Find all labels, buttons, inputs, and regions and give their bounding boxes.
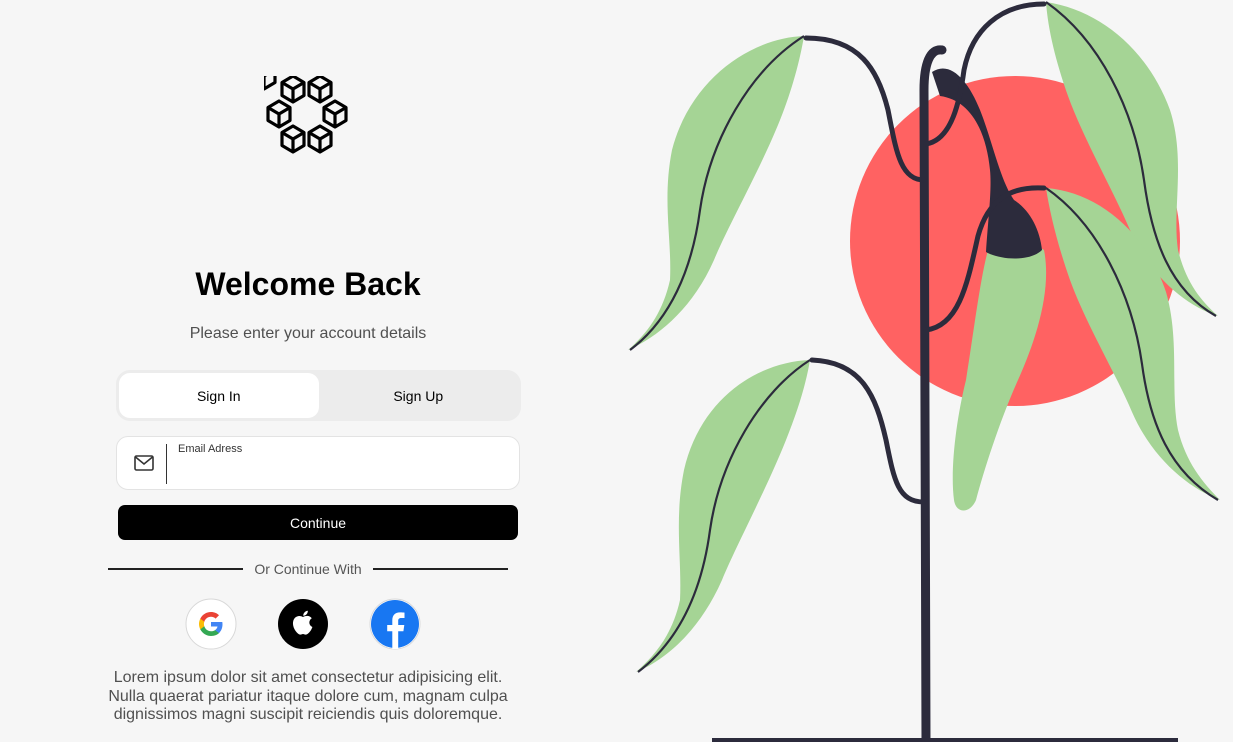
divider-line-left: [108, 568, 243, 570]
facebook-button[interactable]: [369, 598, 421, 650]
hexagon-cubes-logo: [264, 76, 348, 154]
mail-icon: [134, 455, 154, 471]
continue-button[interactable]: Continue: [118, 505, 518, 540]
google-icon: [185, 598, 237, 650]
email-field-label: Email Adress: [178, 443, 243, 455]
tab-sign-up[interactable]: Sign Up: [319, 373, 519, 418]
apple-icon: [278, 599, 328, 649]
plant-illustration: [628, 1, 1220, 742]
auth-tabs: Sign In Sign Up: [116, 370, 521, 421]
apple-button[interactable]: [277, 598, 329, 650]
email-input[interactable]: [177, 459, 507, 483]
page-title: Welcome Back: [195, 266, 421, 302]
tab-sign-in[interactable]: Sign In: [119, 373, 319, 418]
field-divider: [166, 444, 167, 484]
facebook-icon: [369, 598, 421, 650]
footer-text: Lorem ipsum dolor sit amet consectetur a…: [108, 669, 508, 723]
email-field[interactable]: Email Adress: [116, 436, 520, 490]
divider-text: Or Continue With: [254, 561, 362, 577]
google-button[interactable]: [185, 598, 237, 650]
page-subtitle: Please enter your account details: [189, 325, 427, 342]
divider-line-right: [373, 568, 508, 570]
ground-line: [712, 738, 1178, 742]
